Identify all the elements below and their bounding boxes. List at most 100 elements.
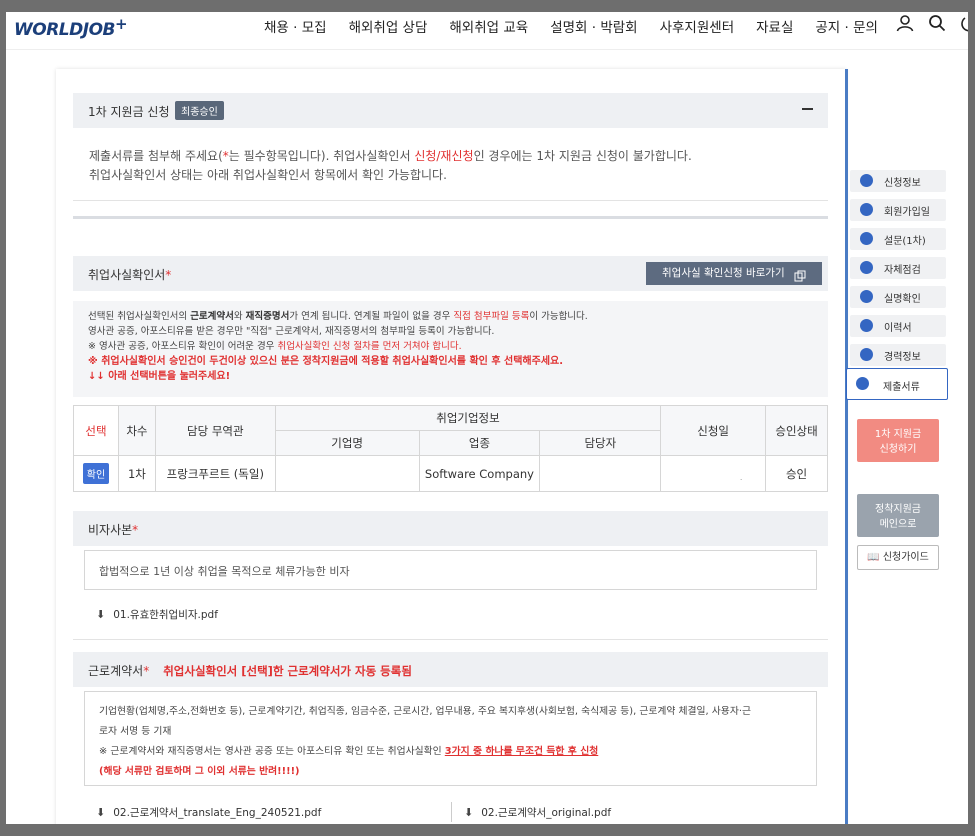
file-divider xyxy=(451,802,452,822)
contract-desc-highlight: 3가지 중 하나를 무조건 득한 후 신청 xyxy=(444,746,599,757)
step-label: 설문(1차) xyxy=(884,236,926,247)
menu-item-notice[interactable]: 공지 · 문의 xyxy=(815,16,878,36)
contract-desc-line: ※ 근로계약서와 재직증명서는 영사관 공증 또는 아포스티유 확인 또는 취업… xyxy=(99,743,598,757)
employment-notice: 선택된 취업사실확인서의 근로계약서와 재직증명서가 연계 됩니다. 연계될 파… xyxy=(73,301,828,397)
cell-officer: 프랑크푸르트 (독일) xyxy=(154,455,276,492)
col-status: 승인상태 xyxy=(765,405,828,456)
cell-apply-date: . xyxy=(660,455,767,492)
notice-bold: 재직증명서 xyxy=(245,311,290,322)
section-title: 근로계약서* 취업사실확인서 [선택]한 근로계약서가 자동 등록됨 xyxy=(88,662,412,679)
contract-description-box: 기업현황(업체명,주소,전화번호 등), 근로계약기간, 취업직종, 임금수준,… xyxy=(84,691,817,786)
top-navigation: WORLDJOB+ 채용 · 모집 해외취업 상담 해외취업 교육 설명회 · … xyxy=(6,12,968,50)
visa-description-box: 합법적으로 1년 이상 취업을 목적으로 체류가능한 비자 xyxy=(84,550,817,590)
collapse-icon[interactable] xyxy=(802,108,813,110)
col-manager: 담당자 xyxy=(539,430,662,456)
divider xyxy=(73,216,828,219)
col-round: 차수 xyxy=(117,405,156,456)
instruction-text: 제출서류를 첨부해 주세요( xyxy=(89,149,223,163)
step-dot xyxy=(860,290,873,303)
file-name: 01.유효한취업비자.pdf xyxy=(113,609,218,621)
table-row: 확인 1차 프랑크푸르트 (독일) Software Company . 승인 xyxy=(73,455,828,492)
step-dot xyxy=(860,261,873,274)
menu-item-education[interactable]: 해외취업 교육 xyxy=(449,16,528,36)
application-guide-button[interactable]: 📖 신청가이드 xyxy=(857,545,939,570)
step-label: 이력서 xyxy=(884,323,912,334)
step-item-self-check[interactable]: 자체점검 xyxy=(850,257,946,279)
menu-item-library[interactable]: 자료실 xyxy=(756,16,793,36)
col-select: 선택 xyxy=(73,405,119,456)
main-menu: 채용 · 모집 해외취업 상담 해외취업 교육 설명회 · 박람회 사후지원센터… xyxy=(264,16,900,36)
notice-text: 이 가능합니다. xyxy=(529,311,588,322)
title-text: 근로계약서 xyxy=(88,664,144,678)
visa-description: 합법적으로 1년 이상 취업을 목적으로 체류가능한 비자 xyxy=(99,565,350,578)
button-label: 신청가이드 xyxy=(882,552,929,563)
file-name: 02.근로계약서_original.pdf xyxy=(481,807,612,819)
external-link-icon xyxy=(794,270,806,282)
menu-item-fair[interactable]: 설명회 · 박람회 xyxy=(550,16,637,36)
button-label: 1차 지원금 xyxy=(874,429,922,440)
menu-item-aftercare[interactable]: 사후지원센터 xyxy=(660,16,735,36)
apply-first-subsidy-button[interactable]: 1차 지원금 신청하기 xyxy=(857,419,939,462)
application-panel: 1차 지원금 신청 최종승인 제출서류를 첨부해 주세요( * 는 필수항목입니다)… xyxy=(56,69,846,824)
step-label: 신청정보 xyxy=(884,178,921,189)
download-icon: ⬇ xyxy=(96,608,106,621)
apply-date-value: . xyxy=(739,472,743,482)
contract-desc-line: 로자 서명 등 기재 xyxy=(99,726,172,737)
section-title: 취업사실확인서* xyxy=(88,266,171,283)
col-apply-date: 신청일 xyxy=(660,405,767,456)
notice-bold: 근로계약서 xyxy=(190,311,234,322)
step-item-application-info[interactable]: 신청정보 xyxy=(850,170,946,192)
menu-item-recruit[interactable]: 채용 · 모집 xyxy=(264,16,327,36)
notice-highlight: 직접 첨부파일 등록 xyxy=(453,311,530,322)
step-label: 실명확인 xyxy=(884,294,921,305)
col-company-info: 취업기업정보 xyxy=(274,405,662,431)
contract-desc-text: ※ 근로계약서와 재직증명서는 영사관 공증 또는 아포스티유 확인 또는 취업… xyxy=(99,746,445,757)
notice-line-2: 영사관 공증, 아포스티유를 받은 경우만 "직접" 근로계약서, 재직증명서의… xyxy=(88,326,495,337)
step-dot xyxy=(860,203,873,216)
step-item-career[interactable]: 경력정보 xyxy=(850,344,946,366)
header-label: 선택 xyxy=(85,423,107,438)
cell-select: 확인 xyxy=(73,455,119,492)
step-dot xyxy=(860,232,873,245)
contract-file-link-original[interactable]: ⬇ 02.근로계약서_original.pdf xyxy=(464,805,611,820)
contract-file-link-eng[interactable]: ⬇ 02.근로계약서_translate_Eng_240521.pdf xyxy=(96,805,321,820)
step-item-identity[interactable]: 실명확인 xyxy=(850,286,946,308)
menu-item-consult[interactable]: 해외취업 상담 xyxy=(349,16,428,36)
notice-text: 선택된 취업사실확인서의 xyxy=(88,311,191,322)
section-contract-header: 근로계약서* 취업사실확인서 [선택]한 근로계약서가 자동 등록됨 xyxy=(73,652,828,687)
instruction-text: 인 경우에는 1차 지원금 신청이 불가합니다. xyxy=(473,149,692,163)
visa-file-link[interactable]: ⬇ 01.유효한취업비자.pdf xyxy=(96,607,218,622)
cell-company xyxy=(274,455,420,492)
browser-frame: WORLDJOB+ 채용 · 모집 해외취업 상담 해외취업 교육 설명회 · … xyxy=(6,12,968,824)
settlement-main-button[interactable]: 정착지원금 메인으로 xyxy=(857,494,939,537)
col-officer: 담당 무역관 xyxy=(154,405,276,456)
step-dot xyxy=(860,319,873,332)
worldjob-logo[interactable]: WORLDJOB+ xyxy=(14,15,128,40)
notice-highlight: 취업사실확인 신청 절차를 먼저 거쳐야 합니다. xyxy=(277,341,462,352)
step-item-join-date[interactable]: 회원가입일 xyxy=(850,199,946,221)
step-item-resume[interactable]: 이력서 xyxy=(850,315,946,337)
cell-status: 승인 xyxy=(765,455,828,492)
search-icon[interactable] xyxy=(928,14,946,32)
select-button[interactable]: 확인 xyxy=(82,463,110,484)
notice-line-3: ※ 영사관 공증, 아포스티유 확인이 어려운 경우 취업사실확인 신청 절차를… xyxy=(88,339,813,354)
required-star: * xyxy=(165,268,172,282)
step-label: 제출서류 xyxy=(883,382,920,393)
instruction-text: 는 필수항목입니다). 취업사실확인서 xyxy=(228,149,415,163)
utility-icons xyxy=(882,14,968,32)
employment-verification-link-button[interactable]: 취업사실 확인신청 바로가기 xyxy=(646,262,822,285)
status-badge: 최종승인 xyxy=(175,101,224,120)
step-item-documents[interactable]: 제출서류 xyxy=(846,368,948,400)
section-first-subsidy-header[interactable]: 1차 지원금 신청 최종승인 xyxy=(73,93,828,128)
step-label: 회원가입일 xyxy=(884,207,930,218)
col-industry: 업종 xyxy=(418,430,541,456)
user-icon[interactable] xyxy=(896,14,914,32)
power-icon[interactable] xyxy=(960,14,968,32)
button-label: 취업사실 확인신청 바로가기 xyxy=(662,267,785,279)
button-label: 메인으로 xyxy=(879,519,917,530)
instruction-highlight: 신청/재신청 xyxy=(414,149,474,163)
logo-text: WORLDJOB xyxy=(14,20,115,40)
notice-line-5: ↓↓ 아래 선택버튼을 눌러주세요! xyxy=(88,371,231,382)
step-item-survey[interactable]: 설문(1차) xyxy=(850,228,946,250)
title-text: 취업사실확인서 xyxy=(88,268,166,282)
